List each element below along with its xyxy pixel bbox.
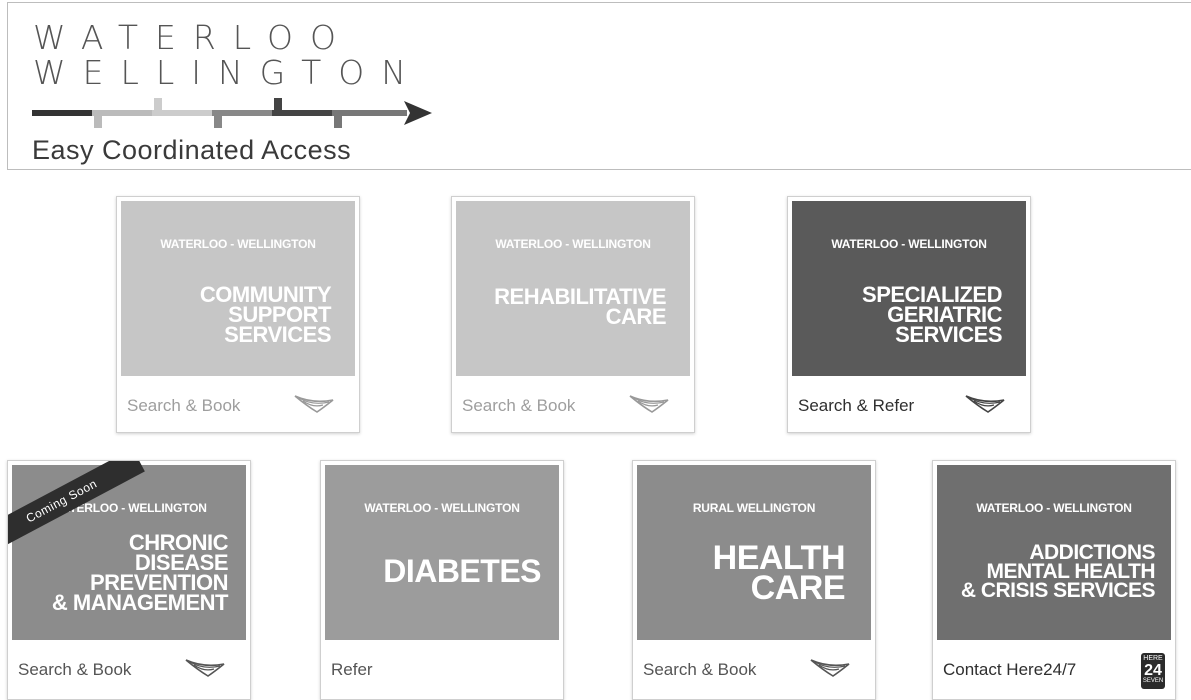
tile-title: COMMUNITY SUPPORT SERVICES xyxy=(199,282,332,347)
swoosh-icon xyxy=(629,395,669,413)
tile-specialized-geriatric-services[interactable]: WATERLOO - WELLINGTON SPECIALIZED GERIAT… xyxy=(792,201,1026,376)
logo-text-wellington: WELLINGTON xyxy=(33,53,423,92)
card-diabetes[interactable]: WATERLOO - WELLINGTON DIABETES Refer xyxy=(320,460,564,700)
card-footer[interactable]: Search & Book xyxy=(117,377,359,432)
card-footer[interactable]: Search & Refer xyxy=(788,377,1030,432)
swoosh-icon xyxy=(965,395,1005,413)
tile-subtitle: WATERLOO - WELLINGTON xyxy=(364,501,520,515)
tile-subtitle: WATERLOO - WELLINGTON xyxy=(160,237,316,251)
tile-title: HEALTH CARE xyxy=(712,539,846,607)
swoosh-icon xyxy=(185,659,225,677)
tile-addictions-mental-health[interactable]: WATERLOO - WELLINGTON ADDICTIONS MENTAL … xyxy=(937,465,1171,640)
card-rehabilitative-care[interactable]: WATERLOO - WELLINGTON REHABILITATIVE CAR… xyxy=(451,196,695,433)
card-specialized-geriatric-services[interactable]: WATERLOO - WELLINGTON SPECIALIZED GERIAT… xyxy=(787,196,1031,433)
tile-title: REHABILITATIVE CARE xyxy=(494,284,666,329)
swoosh-icon xyxy=(810,659,850,677)
contact-here247-link[interactable]: Contact Here24/7 xyxy=(943,660,1076,680)
card-health-care[interactable]: RURAL WELLINGTON HEALTH CARE Search & Bo… xyxy=(632,460,876,700)
logo-text-waterloo: WATERLOO xyxy=(33,18,353,57)
tile-title: ADDICTIONS MENTAL HEALTH & CRISIS SERVIC… xyxy=(960,541,1156,602)
card-footer[interactable]: Search & Book xyxy=(452,377,694,432)
logo-arrow-icon xyxy=(32,98,432,128)
tile-health-care[interactable]: RURAL WELLINGTON HEALTH CARE xyxy=(637,465,871,640)
logo-tagline: Easy Coordinated Access xyxy=(32,135,352,165)
tile-diabetes[interactable]: WATERLOO - WELLINGTON DIABETES xyxy=(325,465,559,640)
search-book-link[interactable]: Search & Book xyxy=(18,660,131,680)
card-community-support-services[interactable]: WATERLOO - WELLINGTON COMMUNITY SUPPORT … xyxy=(116,196,360,433)
logo-banner[interactable]: WATERLOO WELLINGTON Easy Coordinated Acc… xyxy=(7,2,1191,170)
here247-icon: HERE 24 SEVEN xyxy=(1141,653,1165,689)
tile-subtitle: WATERLOO - WELLINGTON xyxy=(976,501,1132,515)
tile-chronic-disease-prevention[interactable]: WATERLOO - WELLINGTON CHRONIC DISEASE PR… xyxy=(12,465,246,640)
tile-subtitle: WATERLOO - WELLINGTON xyxy=(495,237,651,251)
swoosh-icon xyxy=(294,395,334,413)
tile-title: DIABETES xyxy=(383,553,541,589)
tile-subtitle: WATERLOO - WELLINGTON xyxy=(831,237,987,251)
card-footer[interactable]: Search & Book xyxy=(8,641,250,696)
card-addictions-mental-health[interactable]: WATERLOO - WELLINGTON ADDICTIONS MENTAL … xyxy=(932,460,1176,700)
search-book-link[interactable]: Search & Book xyxy=(127,396,240,416)
tile-title: SPECIALIZED GERIATRIC SERVICES xyxy=(862,282,1002,347)
tile-community-support-services[interactable]: WATERLOO - WELLINGTON COMMUNITY SUPPORT … xyxy=(121,201,355,376)
card-footer[interactable]: Search & Book xyxy=(633,641,875,696)
search-refer-link[interactable]: Search & Refer xyxy=(798,396,914,416)
search-book-link[interactable]: Search & Book xyxy=(643,660,756,680)
card-chronic-disease-prevention[interactable]: WATERLOO - WELLINGTON CHRONIC DISEASE PR… xyxy=(7,460,251,700)
card-footer[interactable]: Refer xyxy=(321,641,563,696)
search-book-link[interactable]: Search & Book xyxy=(462,396,575,416)
tile-rehabilitative-care[interactable]: WATERLOO - WELLINGTON REHABILITATIVE CAR… xyxy=(456,201,690,376)
tile-subtitle: RURAL WELLINGTON xyxy=(692,501,816,515)
refer-link[interactable]: Refer xyxy=(331,660,373,680)
tile-title: CHRONIC DISEASE PREVENTION & MANAGEMENT xyxy=(51,530,229,615)
card-footer[interactable]: Contact Here24/7 HERE 24 SEVEN xyxy=(933,641,1175,696)
